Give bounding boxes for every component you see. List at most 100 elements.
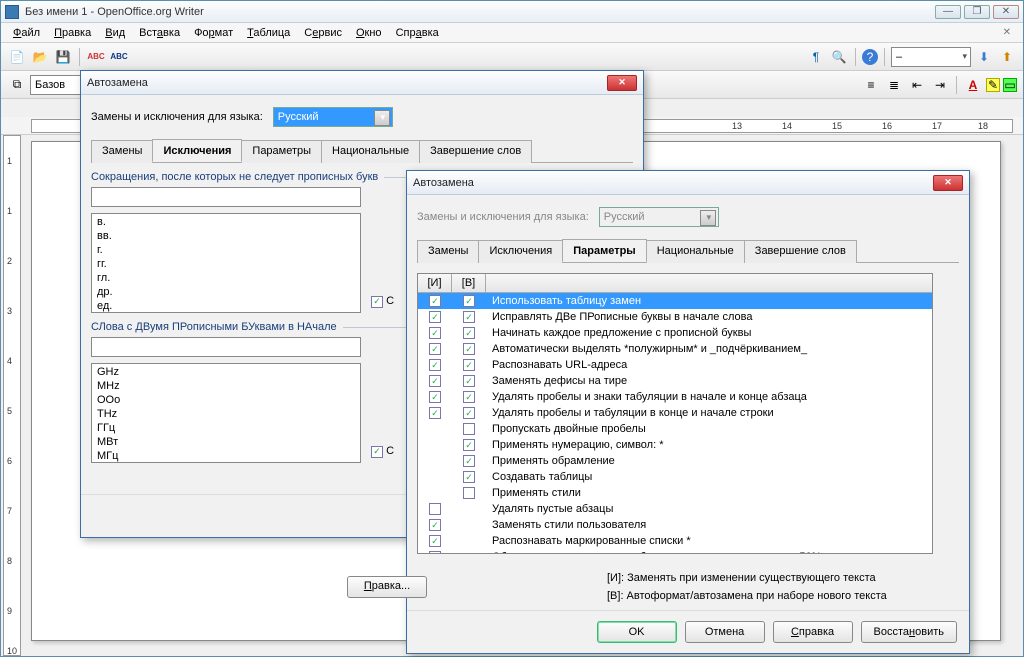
- checkbox-i[interactable]: ✓: [429, 375, 441, 387]
- param-row[interactable]: Пропускать двойные пробелы: [418, 421, 932, 437]
- minimize-button[interactable]: —: [935, 5, 961, 19]
- checkbox-v[interactable]: ✓: [463, 391, 475, 403]
- styles-icon[interactable]: ⧉: [7, 75, 27, 95]
- checkbox-v[interactable]: [463, 423, 475, 435]
- tab-exclusions[interactable]: Исключения: [478, 240, 563, 263]
- menu-format[interactable]: Формат: [188, 25, 239, 41]
- menu-insert[interactable]: Вставка: [133, 25, 186, 41]
- arrow-up-icon[interactable]: ⬆: [997, 47, 1017, 67]
- checkbox-v[interactable]: ✓: [463, 327, 475, 339]
- open-icon[interactable]: 📂: [30, 47, 50, 67]
- param-row[interactable]: ✓Применять нумерацию, символ: *: [418, 437, 932, 453]
- style-combo[interactable]: –: [891, 47, 971, 67]
- checkbox-i[interactable]: ✓: [429, 407, 441, 419]
- menu-file[interactable]: Файл: [7, 25, 46, 41]
- checkbox-v[interactable]: [463, 487, 475, 499]
- zoom-icon[interactable]: 🔍: [829, 47, 849, 67]
- checkbox-v[interactable]: ✓: [463, 407, 475, 419]
- tab-replace[interactable]: Замены: [417, 240, 479, 263]
- menu-close-icon[interactable]: ✕: [997, 25, 1017, 40]
- language-combo[interactable]: Русский▼: [273, 107, 393, 127]
- font-color-icon[interactable]: A: [963, 75, 983, 95]
- bgcolor-icon[interactable]: ▭: [1003, 78, 1017, 92]
- dialog-close-button[interactable]: ✕: [607, 75, 637, 91]
- tab-national[interactable]: Национальные: [321, 140, 420, 163]
- checkbox-v[interactable]: ✓: [463, 295, 475, 307]
- tab-national[interactable]: Национальные: [646, 240, 745, 263]
- tab-parameters[interactable]: Параметры: [241, 140, 322, 163]
- param-row[interactable]: ✓✓Автоматически выделять *полужирным* и …: [418, 341, 932, 357]
- twocaps-listbox[interactable]: GHz MHz OOo THz ГГц МВт МГц: [91, 363, 361, 463]
- tab-wordcomplete[interactable]: Завершение слов: [744, 240, 857, 263]
- column-header-v[interactable]: [В]: [452, 274, 486, 292]
- indent-dec-icon[interactable]: ⇤: [907, 75, 927, 95]
- abbrev-listbox[interactable]: в. вв. г. гг. гл. др. ед.: [91, 213, 361, 313]
- param-row[interactable]: ✓Применять обрамление: [418, 453, 932, 469]
- highlight-icon[interactable]: ✎: [986, 78, 1000, 92]
- restore-button[interactable]: Восстановить: [861, 621, 957, 643]
- dialog-close-button[interactable]: ✕: [933, 175, 963, 191]
- checkbox-i[interactable]: ✓: [429, 359, 441, 371]
- checkbox-v[interactable]: ✓: [463, 439, 475, 451]
- checkbox-i[interactable]: ✓: [429, 343, 441, 355]
- abbrev-auto-checkbox[interactable]: ✓: [371, 296, 383, 308]
- ok-button[interactable]: OK: [597, 621, 677, 643]
- param-row[interactable]: ✓✓Удалять пробелы и знаки табуляции в на…: [418, 389, 932, 405]
- autospell-icon[interactable]: ABC: [109, 47, 129, 67]
- checkbox-i[interactable]: ✓: [429, 535, 441, 547]
- checkbox-i[interactable]: ✓: [429, 327, 441, 339]
- help-icon[interactable]: ?: [862, 49, 878, 65]
- checkbox-i[interactable]: ✓: [429, 391, 441, 403]
- menu-table[interactable]: Таблица: [241, 25, 296, 41]
- menu-help[interactable]: Справка: [390, 25, 445, 41]
- tab-wordcomplete[interactable]: Завершение слов: [419, 140, 532, 163]
- menu-service[interactable]: Сервис: [298, 25, 348, 41]
- checkbox-i[interactable]: ✓: [429, 519, 441, 531]
- checkbox-v[interactable]: ✓: [463, 343, 475, 355]
- param-row[interactable]: ✓Заменять стили пользователя: [418, 517, 932, 533]
- tab-parameters[interactable]: Параметры: [562, 239, 646, 262]
- checkbox-i[interactable]: ✓: [429, 295, 441, 307]
- checkbox-i[interactable]: [429, 503, 441, 515]
- checkbox-v[interactable]: ✓: [463, 455, 475, 467]
- help-button[interactable]: Справка: [773, 621, 853, 643]
- window-close-button[interactable]: ✕: [993, 5, 1019, 19]
- param-row[interactable]: ✓✓Распознавать URL-адреса: [418, 357, 932, 373]
- menu-window[interactable]: Окно: [350, 25, 388, 41]
- param-row[interactable]: ✓Объединять однострочные абзацы, если дл…: [418, 549, 932, 553]
- param-row[interactable]: ✓✓Использовать таблицу замен: [418, 293, 932, 309]
- param-row[interactable]: ✓✓Удалять пробелы и табуляции в конце и …: [418, 405, 932, 421]
- checkbox-v[interactable]: ✓: [463, 471, 475, 483]
- indent-inc-icon[interactable]: ⇥: [930, 75, 950, 95]
- save-icon[interactable]: 💾: [53, 47, 73, 67]
- twocaps-auto-checkbox[interactable]: ✓: [371, 446, 383, 458]
- arrow-down-icon[interactable]: ⬇: [974, 47, 994, 67]
- param-row[interactable]: ✓✓Начинать каждое предложение с прописно…: [418, 325, 932, 341]
- twocaps-input[interactable]: [91, 337, 361, 357]
- paragraph-icon[interactable]: ¶: [806, 47, 826, 67]
- new-doc-icon[interactable]: 📄: [7, 47, 27, 67]
- param-row[interactable]: ✓✓Исправлять ДВе ПРописные буквы в начал…: [418, 309, 932, 325]
- param-row[interactable]: ✓✓Заменять дефисы на тире: [418, 373, 932, 389]
- column-header-i[interactable]: [И]: [418, 274, 452, 292]
- tab-replace[interactable]: Замены: [91, 140, 153, 163]
- checkbox-i[interactable]: ✓: [429, 551, 441, 553]
- checkbox-v[interactable]: ✓: [463, 375, 475, 387]
- numbering-icon[interactable]: ≣: [884, 75, 904, 95]
- bullets-icon[interactable]: ≡: [861, 75, 881, 95]
- param-row[interactable]: ✓Создавать таблицы: [418, 469, 932, 485]
- param-row[interactable]: Удалять пустые абзацы: [418, 501, 932, 517]
- checkbox-i[interactable]: ✓: [429, 311, 441, 323]
- abbrev-input[interactable]: [91, 187, 361, 207]
- param-row[interactable]: Применять стили: [418, 485, 932, 501]
- tab-exclusions[interactable]: Исключения: [152, 139, 242, 162]
- restore-button[interactable]: ❐: [964, 5, 990, 19]
- edit-button[interactable]: Правка...: [347, 576, 427, 598]
- menu-edit[interactable]: Правка: [48, 25, 97, 41]
- cancel-button[interactable]: Отмена: [685, 621, 765, 643]
- spellcheck-icon[interactable]: ABC: [86, 47, 106, 67]
- param-row[interactable]: ✓Распознавать маркированные списки *: [418, 533, 932, 549]
- checkbox-v[interactable]: ✓: [463, 359, 475, 371]
- checkbox-v[interactable]: ✓: [463, 311, 475, 323]
- menu-view[interactable]: Вид: [99, 25, 131, 41]
